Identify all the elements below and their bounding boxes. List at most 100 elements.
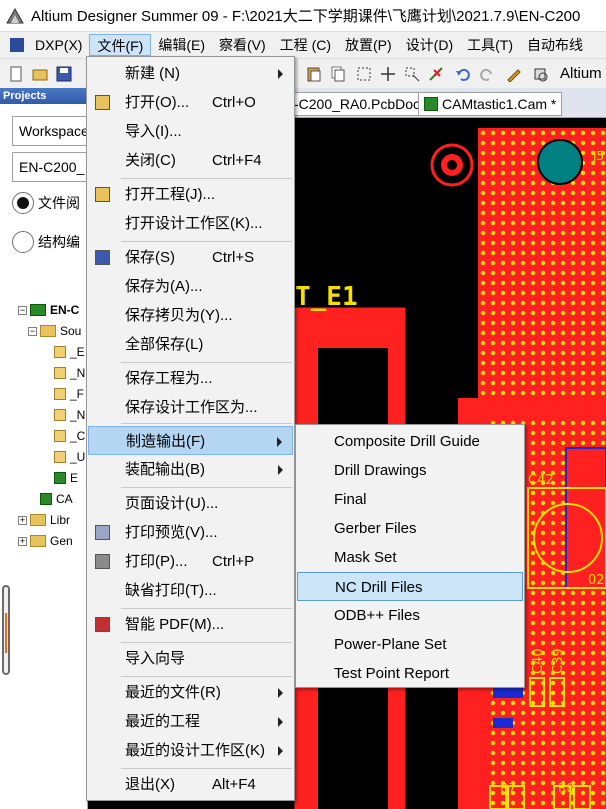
file-menu-item-print-preview[interactable]: 打印预览(V)... — [88, 518, 293, 547]
tree-item[interactable]: _E — [54, 343, 85, 361]
schematic-doc-icon — [54, 451, 66, 463]
menu-dxp[interactable]: DXP(X) — [28, 34, 89, 56]
altium-toolbar-label: Altium — [560, 65, 602, 82]
fab-submenu-item-power-plane-set[interactable]: Power-Plane Set — [297, 630, 523, 659]
file-menu-item-save[interactable]: 保存(S) Ctrl+S — [88, 243, 293, 272]
menu-file[interactable]: 文件(F) — [89, 34, 152, 56]
file-menu-item-print[interactable]: 打印(P)... Ctrl+P — [88, 547, 293, 576]
workspace-dropdown[interactable]: Workspace — [12, 116, 88, 146]
menu-item-label: 新建 (N) — [125, 65, 180, 82]
tree-item[interactable]: _U — [54, 448, 85, 466]
pencil-icon[interactable] — [506, 66, 522, 82]
move-icon[interactable] — [380, 66, 396, 82]
schematic-doc-icon — [54, 430, 66, 442]
file-menu-item-save-copy-as[interactable]: 保存拷贝为(Y)... — [88, 301, 293, 330]
tree-item[interactable]: _N — [54, 364, 85, 382]
undo-icon[interactable] — [455, 66, 471, 82]
file-menu-item-open-workspace[interactable]: 打开设计工作区(K)... — [88, 209, 293, 238]
fab-submenu-item-composite-drill-guide[interactable]: Composite Drill Guide — [297, 427, 523, 456]
print-preview-icon — [95, 525, 110, 540]
submenu-arrow-icon — [278, 688, 283, 698]
select-rect-icon[interactable] — [356, 66, 372, 82]
menu-separator — [121, 423, 292, 424]
window-title: Altium Designer Summer 09 - F:\2021大二下学期… — [31, 8, 581, 25]
menu-project[interactable]: 工程 (C) — [273, 34, 338, 56]
menu-separator — [121, 487, 292, 488]
new-doc-icon[interactable] — [8, 66, 24, 82]
fab-submenu-item-nc-drill-files[interactable]: NC Drill Files — [297, 572, 523, 601]
tab-camtastic[interactable]: CAMtastic1.Cam * — [418, 92, 563, 116]
panel-scrollbar[interactable] — [2, 585, 10, 675]
menu-separator — [121, 241, 292, 242]
file-menu-item-recent-projects[interactable]: 最近的工程 — [88, 707, 293, 736]
component-icon[interactable] — [532, 66, 548, 82]
tree-item[interactable]: _N — [54, 406, 85, 424]
fab-submenu-item-final[interactable]: Final — [297, 485, 523, 514]
file-menu-item-exit[interactable]: 退出(X) Alt+F4 — [88, 770, 293, 799]
file-menu-item-recent-files[interactable]: 最近的文件(R) — [88, 678, 293, 707]
menu-item-label: 打开工程(J)... — [125, 186, 215, 203]
save-icon[interactable] — [56, 66, 72, 82]
menu-item-label: 打开设计工作区(K)... — [125, 215, 263, 232]
file-menu-item-open-project[interactable]: 打开工程(J)... — [88, 180, 293, 209]
file-menu-item-import-wizard[interactable]: 导入向导 — [88, 644, 293, 673]
collapse-icon[interactable]: − — [18, 305, 27, 315]
expand-icon[interactable]: + — [18, 536, 27, 546]
menu-edit[interactable]: 编辑(E) — [151, 34, 212, 56]
tree-item[interactable]: + Libr — [18, 511, 70, 529]
project-dropdown[interactable]: EN-C200_ — [12, 152, 88, 182]
fab-submenu-item-test-point-report[interactable]: Test Point Report — [297, 659, 523, 688]
collapse-icon[interactable]: − — [28, 326, 37, 336]
fab-submenu-item-drill-drawings[interactable]: Drill Drawings — [297, 456, 523, 485]
move-select-icon[interactable] — [404, 66, 420, 82]
tab-pcbdoc[interactable]: -C200_RA0.PcbDoc — [288, 92, 427, 116]
altium-app-icon — [6, 7, 24, 23]
menu-place[interactable]: 放置(P) — [338, 34, 399, 56]
file-menu-item-assembly-outputs[interactable]: 装配输出(B) — [88, 455, 293, 484]
fab-submenu-item-mask-set[interactable]: Mask Set — [297, 543, 523, 572]
menu-view[interactable]: 察看(V) — [212, 34, 273, 56]
tree-item[interactable]: E — [54, 469, 78, 487]
file-menu-item-import[interactable]: 导入(I)... — [88, 117, 293, 146]
file-menu-item-save-workspace-as[interactable]: 保存设计工作区为... — [88, 393, 293, 422]
tree-item[interactable]: + Gen — [18, 532, 73, 550]
file-menu-item-save-all[interactable]: 全部保存(L) — [88, 330, 293, 359]
menu-item-label: Final — [334, 491, 367, 508]
file-menu-item-new[interactable]: 新建 (N) — [88, 59, 293, 88]
menu-separator — [121, 676, 292, 677]
radio-structure-view[interactable]: 结构编 — [12, 231, 80, 253]
file-menu-item-close[interactable]: 关闭(C) Ctrl+F4 — [88, 146, 293, 175]
file-menu-item-save-as[interactable]: 保存为(A)... — [88, 272, 293, 301]
file-menu-item-smart-pdf[interactable]: 智能 PDF(M)... — [88, 610, 293, 639]
expand-icon[interactable]: + — [18, 515, 27, 525]
tree-item[interactable]: − Sou — [28, 322, 81, 340]
file-menu-item-fabrication-outputs[interactable]: 制造输出(F) — [88, 426, 293, 455]
paste-icon[interactable] — [306, 66, 322, 82]
file-menu-item-page-setup[interactable]: 页面设计(U)... — [88, 489, 293, 518]
menu-design[interactable]: 设计(D) — [399, 34, 460, 56]
tree-item[interactable]: _C — [54, 427, 85, 445]
tree-item[interactable]: CA — [40, 490, 73, 508]
open-folder-icon[interactable] — [32, 66, 48, 82]
file-menu-item-default-print[interactable]: 缺省打印(T)... — [88, 576, 293, 605]
menu-item-label: Test Point Report — [334, 665, 450, 682]
tree-item[interactable]: _F — [54, 385, 84, 403]
menu-item-label: 全部保存(L) — [125, 336, 204, 353]
file-menu-item-recent-workspaces[interactable]: 最近的设计工作区(K) — [88, 736, 293, 765]
deselect-icon[interactable] — [428, 66, 444, 82]
tree-item[interactable]: − EN-C — [18, 301, 79, 319]
projects-panel-header: Projects — [0, 88, 87, 104]
projects-panel: Projects Workspace EN-C200_ 文件阅 结构编 − EN-… — [0, 88, 88, 809]
fab-submenu-item-odb-files[interactable]: ODB++ Files — [297, 601, 523, 630]
file-menu-item-open[interactable]: 打开(O)... Ctrl+O — [88, 88, 293, 117]
submenu-arrow-icon — [278, 69, 283, 79]
menu-autoroute[interactable]: 自动布线 — [520, 34, 590, 56]
menu-item-label: 智能 PDF(M)... — [125, 616, 225, 633]
file-menu-item-save-project-as[interactable]: 保存工程为... — [88, 364, 293, 393]
redo-icon[interactable] — [479, 66, 495, 82]
fab-submenu-item-gerber-files[interactable]: Gerber Files — [297, 514, 523, 543]
radio-file-view[interactable]: 文件阅 — [12, 192, 80, 214]
menu-tools[interactable]: 工具(T) — [460, 34, 520, 56]
menu-item-label: Drill Drawings — [334, 462, 427, 479]
copy-icon[interactable] — [330, 66, 346, 82]
